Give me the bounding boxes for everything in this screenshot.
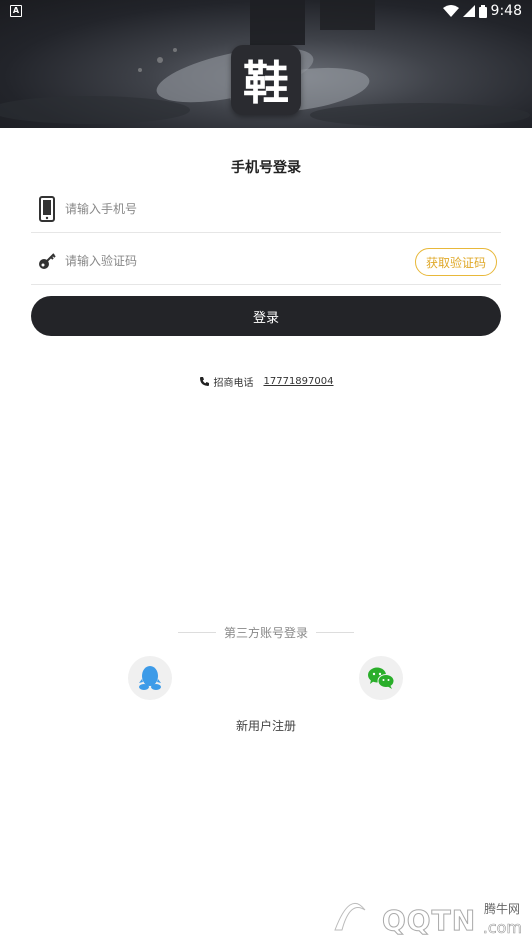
phone-input[interactable] — [63, 201, 501, 217]
hotline-label: 招商电话 — [213, 378, 254, 389]
watermark-main: QQTN — [381, 904, 477, 938]
register-link[interactable]: 新用户注册 — [0, 717, 532, 734]
phone-call-icon — [199, 377, 209, 386]
status-time: 9:48 — [490, 3, 522, 19]
qq-login-button[interactable] — [128, 656, 172, 700]
third-party-divider: 第三方账号登录 — [0, 624, 532, 641]
third-party-title: 第三方账号登录 — [223, 626, 308, 640]
wechat-login-button[interactable] — [359, 656, 403, 700]
phone-icon — [31, 196, 63, 222]
watermark-logo-icon — [334, 902, 366, 931]
get-code-button[interactable]: 获取验证码 — [415, 248, 497, 276]
qq-icon — [139, 666, 161, 690]
key-icon — [31, 252, 63, 270]
signal-icon — [462, 5, 475, 17]
login-button[interactable]: 登录 — [31, 296, 501, 336]
page-title: 手机号登录 — [231, 160, 301, 176]
battery-icon — [478, 4, 487, 18]
notification-badge-icon: A — [10, 5, 22, 17]
site-watermark: 腾牛网 QQTN .com — [322, 882, 532, 946]
app-logo-text: 鞋 — [243, 56, 289, 110]
wifi-icon — [442, 5, 459, 17]
divider-line-right — [316, 632, 354, 633]
watermark-suffix: .com — [482, 918, 522, 938]
hotline-number[interactable]: 17771897004 — [264, 376, 334, 387]
code-field: 获取验证码 — [31, 238, 501, 285]
hotline: 招商电话 17771897004 — [0, 374, 532, 389]
app-logo: 鞋 — [231, 45, 301, 115]
phone-field — [31, 186, 501, 233]
status-bar: A 9:48 — [0, 0, 532, 22]
wechat-icon — [368, 667, 395, 689]
divider-line-left — [177, 632, 216, 633]
watermark-top: 腾牛网 — [483, 902, 520, 916]
